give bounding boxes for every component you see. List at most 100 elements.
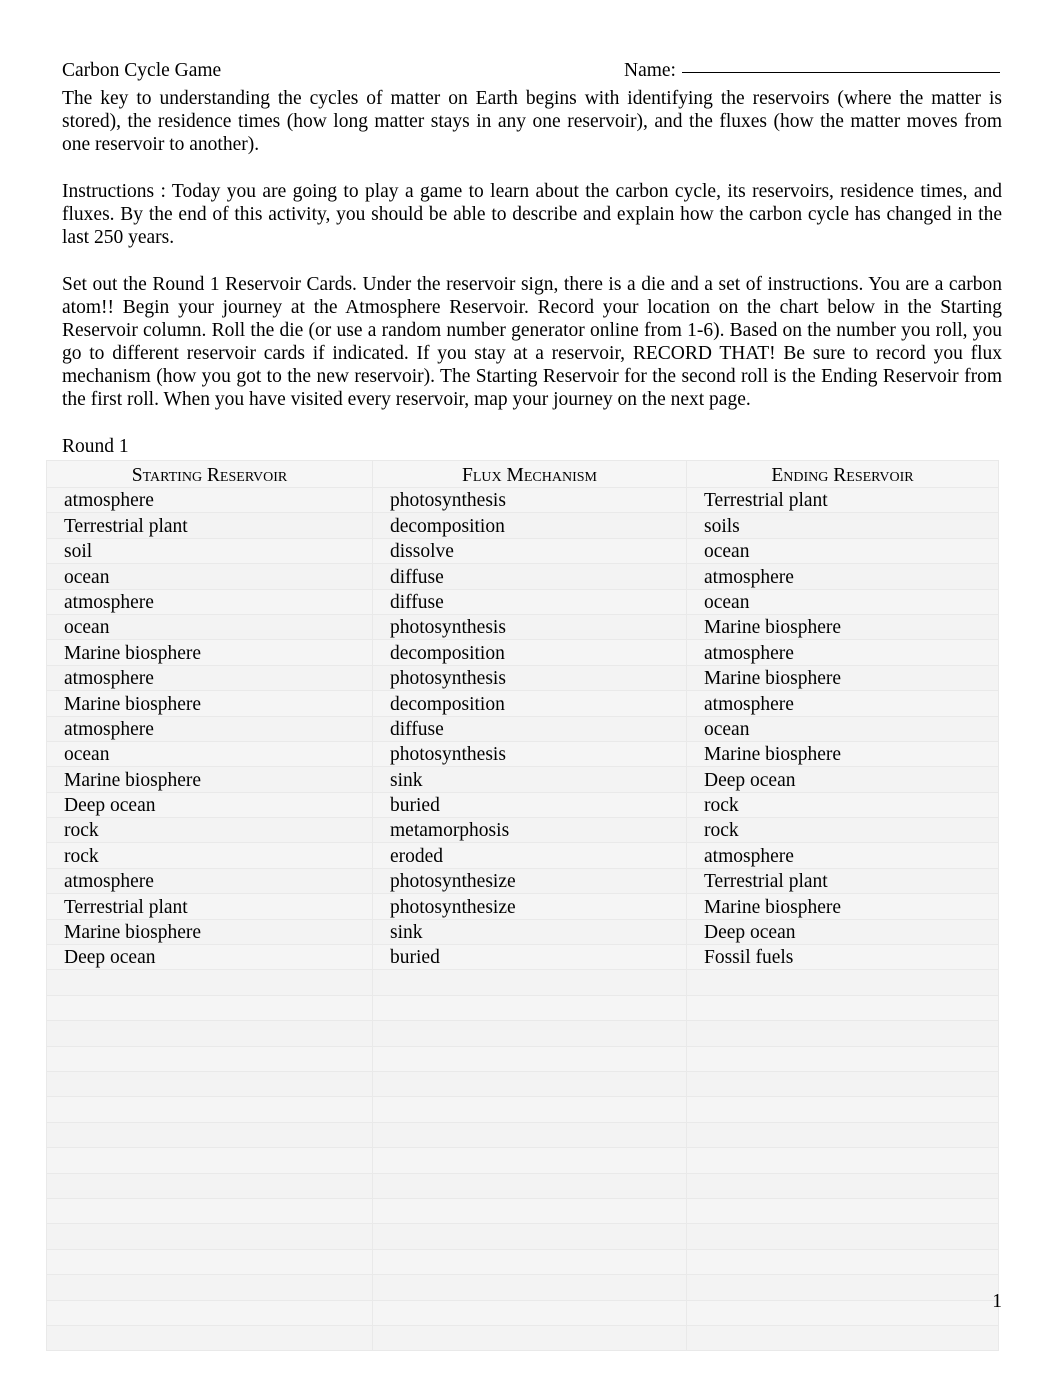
cell-ending-reservoir[interactable]: Marine biosphere (686, 613, 999, 641)
cell-ending-reservoir[interactable]: Marine biosphere (686, 893, 999, 920)
cell-flux-mechanism[interactable] (372, 1197, 687, 1225)
cell-starting-reservoir[interactable]: Terrestrial plant (46, 512, 373, 539)
cell-starting-reservoir[interactable]: Deep ocean (46, 791, 373, 819)
cell-flux-mechanism[interactable]: diffuse (372, 715, 687, 742)
cell-flux-mechanism[interactable] (372, 1020, 687, 1047)
cell-ending-reservoir[interactable] (686, 1045, 999, 1072)
cell-ending-reservoir[interactable] (686, 1223, 999, 1250)
cell-starting-reservoir[interactable] (46, 1197, 373, 1225)
cell-starting-reservoir[interactable] (46, 994, 373, 1022)
cell-starting-reservoir[interactable]: atmosphere (46, 715, 373, 742)
cell-starting-reservoir[interactable] (46, 1147, 373, 1174)
cell-ending-reservoir[interactable]: ocean (686, 537, 999, 565)
cell-flux-mechanism[interactable] (372, 1147, 687, 1174)
cell-flux-mechanism[interactable] (372, 994, 687, 1022)
cell-starting-reservoir[interactable] (46, 1045, 373, 1072)
cell-ending-reservoir[interactable] (686, 1172, 999, 1199)
cell-starting-reservoir[interactable]: soil (46, 537, 373, 565)
cell-flux-mechanism[interactable] (372, 1274, 687, 1301)
cell-flux-mechanism[interactable]: sink (372, 918, 687, 946)
cell-ending-reservoir[interactable] (686, 1020, 999, 1047)
cell-ending-reservoir[interactable]: Fossil fuels (686, 944, 999, 971)
cell-flux-mechanism[interactable]: decomposition (372, 512, 687, 539)
cell-flux-mechanism[interactable]: diffuse (372, 588, 687, 615)
cell-ending-reservoir[interactable] (686, 1197, 999, 1225)
cell-starting-reservoir[interactable] (46, 1020, 373, 1047)
cell-flux-mechanism[interactable]: photosynthesis (372, 486, 687, 514)
cell-ending-reservoir[interactable]: rock (686, 817, 999, 844)
cell-starting-reservoir[interactable]: Terrestrial plant (46, 893, 373, 920)
cell-flux-mechanism[interactable] (372, 1248, 687, 1276)
cell-flux-mechanism[interactable] (372, 1070, 687, 1098)
cell-ending-reservoir[interactable]: Marine biosphere (686, 664, 999, 692)
cell-flux-mechanism[interactable]: eroded (372, 842, 687, 869)
cell-ending-reservoir[interactable] (686, 1274, 999, 1301)
cell-starting-reservoir[interactable]: atmosphere (46, 867, 373, 895)
cell-ending-reservoir[interactable]: Terrestrial plant (686, 867, 999, 895)
cell-starting-reservoir[interactable] (46, 1096, 373, 1123)
cell-starting-reservoir[interactable]: ocean (46, 740, 373, 768)
cell-ending-reservoir[interactable]: ocean (686, 715, 999, 742)
cell-flux-mechanism[interactable]: buried (372, 944, 687, 971)
cell-ending-reservoir[interactable]: atmosphere (686, 639, 999, 666)
cell-flux-mechanism[interactable] (372, 1096, 687, 1123)
cell-flux-mechanism[interactable]: diffuse (372, 563, 687, 590)
cell-flux-mechanism[interactable]: photosynthesis (372, 664, 687, 692)
cell-flux-mechanism[interactable]: buried (372, 791, 687, 819)
cell-ending-reservoir[interactable] (686, 1299, 999, 1326)
cell-starting-reservoir[interactable]: atmosphere (46, 486, 373, 514)
cell-ending-reservoir[interactable]: ocean (686, 588, 999, 615)
cell-starting-reservoir[interactable]: atmosphere (46, 588, 373, 615)
name-write-in-line[interactable] (681, 71, 1000, 73)
cell-ending-reservoir[interactable]: Marine biosphere (686, 740, 999, 768)
cell-starting-reservoir[interactable]: rock (46, 842, 373, 869)
cell-ending-reservoir[interactable]: atmosphere (686, 690, 999, 717)
cell-flux-mechanism[interactable] (372, 1324, 687, 1352)
cell-flux-mechanism[interactable]: photosynthesize (372, 867, 687, 895)
cell-starting-reservoir[interactable]: rock (46, 817, 373, 844)
cell-starting-reservoir[interactable] (46, 1299, 373, 1326)
cell-ending-reservoir[interactable] (686, 1121, 999, 1149)
cell-flux-mechanism[interactable]: photosynthesis (372, 613, 687, 641)
cell-ending-reservoir[interactable] (686, 1147, 999, 1174)
cell-starting-reservoir[interactable]: ocean (46, 563, 373, 590)
cell-flux-mechanism[interactable]: decomposition (372, 690, 687, 717)
cell-ending-reservoir[interactable] (686, 969, 999, 996)
cell-ending-reservoir[interactable] (686, 1070, 999, 1098)
cell-ending-reservoir[interactable]: Terrestrial plant (686, 486, 999, 514)
cell-ending-reservoir[interactable]: soils (686, 512, 999, 539)
cell-flux-mechanism[interactable] (372, 1121, 687, 1149)
cell-starting-reservoir[interactable] (46, 1223, 373, 1250)
cell-ending-reservoir[interactable]: atmosphere (686, 563, 999, 590)
cell-starting-reservoir[interactable] (46, 1121, 373, 1149)
cell-flux-mechanism[interactable]: photosynthesize (372, 893, 687, 920)
cell-flux-mechanism[interactable]: metamorphosis (372, 817, 687, 844)
cell-flux-mechanism[interactable] (372, 1223, 687, 1250)
cell-starting-reservoir[interactable] (46, 1274, 373, 1301)
cell-flux-mechanism[interactable] (372, 969, 687, 996)
cell-flux-mechanism[interactable] (372, 1045, 687, 1072)
cell-ending-reservoir[interactable]: Deep ocean (686, 918, 999, 946)
cell-starting-reservoir[interactable]: atmosphere (46, 664, 373, 692)
cell-starting-reservoir[interactable]: Marine biosphere (46, 690, 373, 717)
cell-flux-mechanism[interactable]: photosynthesis (372, 740, 687, 768)
cell-ending-reservoir[interactable] (686, 1324, 999, 1352)
cell-starting-reservoir[interactable]: Marine biosphere (46, 918, 373, 946)
cell-starting-reservoir[interactable]: Marine biosphere (46, 766, 373, 793)
cell-starting-reservoir[interactable] (46, 1248, 373, 1276)
cell-starting-reservoir[interactable] (46, 969, 373, 996)
cell-flux-mechanism[interactable]: dissolve (372, 537, 687, 565)
cell-ending-reservoir[interactable] (686, 994, 999, 1022)
cell-flux-mechanism[interactable]: decomposition (372, 639, 687, 666)
cell-flux-mechanism[interactable] (372, 1299, 687, 1326)
cell-starting-reservoir[interactable]: ocean (46, 613, 373, 641)
cell-starting-reservoir[interactable]: Marine biosphere (46, 639, 373, 666)
cell-ending-reservoir[interactable]: rock (686, 791, 999, 819)
cell-starting-reservoir[interactable]: Deep ocean (46, 944, 373, 971)
cell-ending-reservoir[interactable]: atmosphere (686, 842, 999, 869)
cell-ending-reservoir[interactable] (686, 1096, 999, 1123)
cell-ending-reservoir[interactable]: Deep ocean (686, 766, 999, 793)
cell-starting-reservoir[interactable] (46, 1172, 373, 1199)
cell-starting-reservoir[interactable] (46, 1070, 373, 1098)
cell-ending-reservoir[interactable] (686, 1248, 999, 1276)
